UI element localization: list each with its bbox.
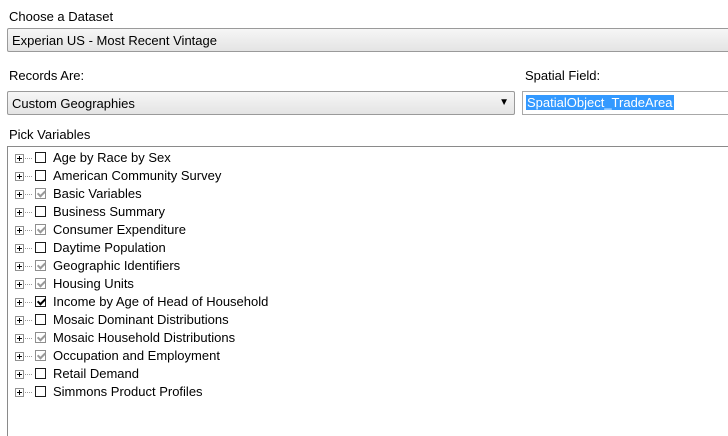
expand-plus-icon[interactable] bbox=[15, 352, 24, 361]
pick-variables-label: Pick Variables bbox=[9, 127, 91, 142]
tree-connector bbox=[25, 356, 33, 357]
tree-connector bbox=[25, 230, 33, 231]
tree-item[interactable]: Age by Race by Sex bbox=[15, 150, 415, 168]
tree-item-checkbox[interactable] bbox=[35, 206, 46, 217]
tree-item-checkbox[interactable] bbox=[35, 242, 46, 253]
expand-plus-icon[interactable] bbox=[15, 280, 24, 289]
tree-item-checkbox[interactable] bbox=[35, 314, 46, 325]
tree-connector bbox=[25, 338, 33, 339]
expand-plus-icon[interactable] bbox=[15, 316, 24, 325]
dropdown-arrow-icon[interactable]: ▼ bbox=[499, 97, 509, 109]
expand-plus-icon[interactable] bbox=[15, 244, 24, 253]
tree-item-label: Geographic Identifiers bbox=[53, 258, 181, 273]
dataset-label: Choose a Dataset bbox=[9, 9, 114, 24]
expand-plus-icon[interactable] bbox=[15, 226, 24, 235]
variables-tree[interactable]: Age by Race by Sex American Community Sur… bbox=[7, 146, 728, 436]
tree-item-checkbox[interactable] bbox=[35, 332, 46, 343]
spatial-field-input[interactable]: SpatialObject_TradeArea bbox=[522, 91, 728, 115]
tree-item-label: Mosaic Household Distributions bbox=[53, 330, 236, 345]
dataset-value: Experian US - Most Recent Vintage bbox=[12, 33, 217, 48]
tree-item-label: Consumer Expenditure bbox=[53, 222, 186, 237]
tree-item[interactable]: Geographic Identifiers bbox=[15, 258, 415, 276]
tree-item-label: Business Summary bbox=[53, 204, 165, 219]
tree-item[interactable]: Business Summary bbox=[15, 204, 415, 222]
tree-item-checkbox[interactable] bbox=[35, 278, 46, 289]
expand-plus-icon[interactable] bbox=[15, 370, 24, 379]
spatial-field-value: SpatialObject_TradeArea bbox=[526, 95, 674, 110]
tree-item-checkbox[interactable] bbox=[35, 260, 46, 271]
tree-connector bbox=[25, 158, 33, 159]
tree-item-label: Income by Age of Head of Household bbox=[53, 294, 269, 309]
tree-item-label: Mosaic Dominant Distributions bbox=[53, 312, 229, 327]
tree-item-label: Retail Demand bbox=[53, 366, 139, 381]
expand-plus-icon[interactable] bbox=[15, 154, 24, 163]
tree-connector bbox=[25, 212, 33, 213]
tree-item-label: Daytime Population bbox=[53, 240, 166, 255]
tree-item-checkbox[interactable] bbox=[35, 350, 46, 361]
tree-connector bbox=[25, 176, 33, 177]
tree-item-checkbox[interactable] bbox=[35, 170, 46, 181]
tree-item[interactable]: Consumer Expenditure bbox=[15, 222, 415, 240]
tree-item[interactable]: Mosaic Household Distributions bbox=[15, 330, 415, 348]
expand-plus-icon[interactable] bbox=[15, 190, 24, 199]
tree-connector bbox=[25, 392, 33, 393]
records-value: Custom Geographies bbox=[12, 96, 135, 111]
tree-item-label: Basic Variables bbox=[53, 186, 142, 201]
tree-item[interactable]: Occupation and Employment bbox=[15, 348, 415, 366]
tree-connector bbox=[25, 248, 33, 249]
expand-plus-icon[interactable] bbox=[15, 334, 24, 343]
tree-item[interactable]: Simmons Product Profiles bbox=[15, 384, 415, 402]
tree-item-label: American Community Survey bbox=[53, 168, 222, 183]
dataset-field[interactable]: Experian US - Most Recent Vintage bbox=[7, 28, 728, 52]
tree-item-checkbox[interactable] bbox=[35, 188, 46, 199]
tree-item[interactable]: Basic Variables bbox=[15, 186, 415, 204]
records-dropdown[interactable]: Custom Geographies ▼ bbox=[7, 91, 515, 115]
tree-connector bbox=[25, 284, 33, 285]
tree-item-checkbox[interactable] bbox=[35, 224, 46, 235]
tree-item-checkbox[interactable] bbox=[35, 368, 46, 379]
tree-item[interactable]: American Community Survey bbox=[15, 168, 415, 186]
tree-item[interactable]: Daytime Population bbox=[15, 240, 415, 258]
expand-plus-icon[interactable] bbox=[15, 208, 24, 217]
tree-item-label: Age by Race by Sex bbox=[53, 150, 171, 165]
tree-item-label: Simmons Product Profiles bbox=[53, 384, 203, 399]
tree-item-checkbox[interactable] bbox=[35, 386, 46, 397]
tree-connector bbox=[25, 320, 33, 321]
tree-item-checkbox[interactable] bbox=[35, 152, 46, 163]
tree-connector bbox=[25, 194, 33, 195]
tree-item-label: Occupation and Employment bbox=[53, 348, 220, 363]
tree-item-label: Housing Units bbox=[53, 276, 134, 291]
expand-plus-icon[interactable] bbox=[15, 262, 24, 271]
tree-item[interactable]: Housing Units bbox=[15, 276, 415, 294]
expand-plus-icon[interactable] bbox=[15, 388, 24, 397]
expand-plus-icon[interactable] bbox=[15, 298, 24, 307]
records-label: Records Are: bbox=[9, 68, 85, 83]
tree-item[interactable]: Income by Age of Head of Household bbox=[15, 294, 415, 312]
tree-connector bbox=[25, 266, 33, 267]
tree-item-checkbox[interactable] bbox=[35, 296, 46, 307]
tree-connector bbox=[25, 302, 33, 303]
tree-item[interactable]: Retail Demand bbox=[15, 366, 415, 384]
tree-connector bbox=[25, 374, 33, 375]
tree-item[interactable]: Mosaic Dominant Distributions bbox=[15, 312, 415, 330]
expand-plus-icon[interactable] bbox=[15, 172, 24, 181]
spatial-field-label: Spatial Field: bbox=[525, 68, 601, 83]
